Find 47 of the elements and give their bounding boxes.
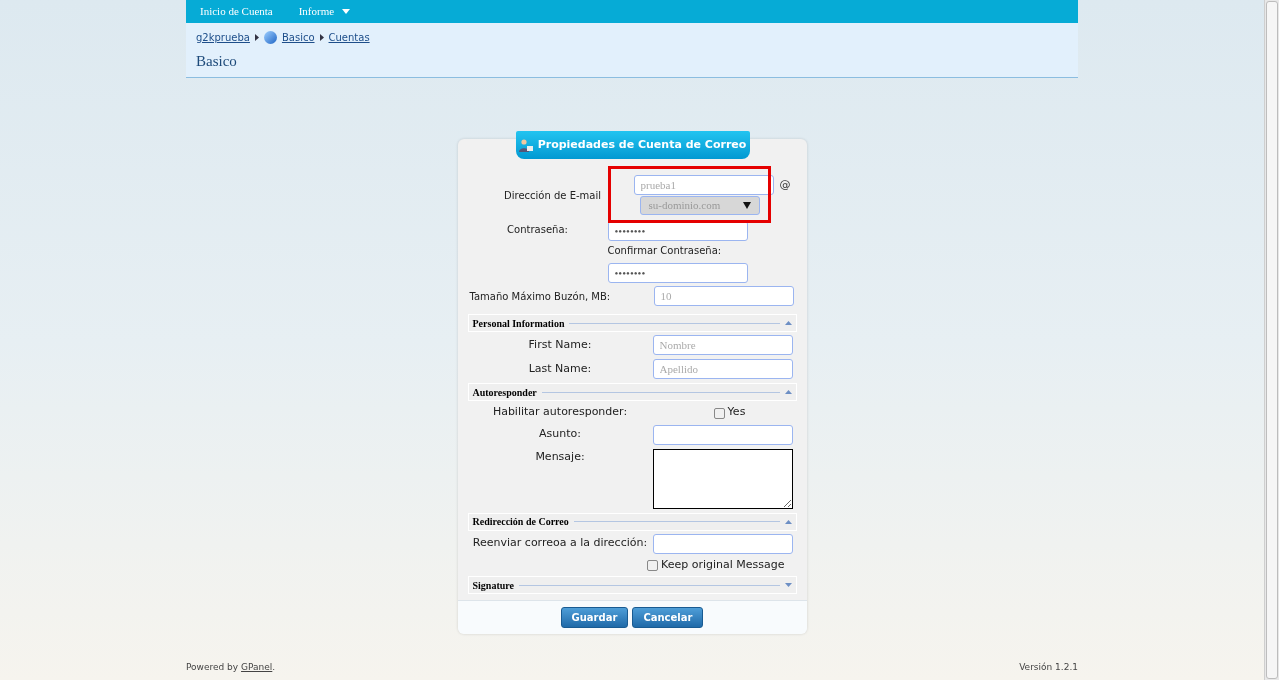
chevron-icon [319, 34, 324, 41]
collapse-arrow-icon [784, 321, 792, 325]
text-field[interactable]: Nombre [652, 335, 793, 355]
checkbox[interactable] [713, 407, 725, 419]
field-label: Dirección de E-mail [503, 188, 602, 203]
checkbox-label: Keep original Message [661, 556, 785, 573]
caret-icon [342, 9, 351, 14]
field-label: Tamaño Máximo Buzón, MB: [468, 289, 612, 304]
dropdown-arrow-icon [742, 202, 751, 209]
field-label: Reenviar correoa a la dirección: [471, 535, 649, 552]
section-header[interactable]: Signature [467, 576, 797, 594]
footer-credit: Powered by GPanel. [186, 660, 276, 674]
checkbox[interactable] [647, 560, 658, 571]
globe-icon [263, 31, 277, 44]
field-label: Habilitar autoresponder: [491, 404, 629, 420]
field-label: Contraseña: [506, 223, 569, 237]
message-field[interactable] [652, 448, 793, 509]
expand-arrow-icon [784, 583, 792, 587]
password-field[interactable]: •••••••• [607, 263, 748, 283]
breadcrumb-link[interactable]: Cuentas [328, 30, 370, 45]
chevron-icon [254, 34, 259, 41]
field-label: Asunto: [538, 426, 582, 443]
breadcrumb-link[interactable]: Basico [281, 30, 315, 45]
text-field[interactable]: Apellido [652, 359, 793, 379]
collapse-arrow-icon [784, 519, 792, 524]
field-label: Confirmar Contraseña: [606, 244, 723, 258]
user-icon [518, 138, 533, 152]
field-label: First Name: [527, 336, 593, 353]
field-label: Mensaje: [534, 448, 586, 465]
collapse-arrow-icon [784, 390, 792, 394]
section-header[interactable]: Autoresponder [467, 383, 797, 401]
checkbox-label: Yes [727, 404, 746, 420]
breadcrumb-link[interactable]: g2kprueba [196, 30, 250, 45]
size-field[interactable]: 10 [653, 286, 794, 306]
section-header[interactable]: Personal Information [467, 314, 797, 332]
form-button[interactable]: Cancelar [632, 607, 704, 628]
field-label: Last Name: [527, 360, 593, 377]
page-title: Basico [196, 52, 238, 71]
form-button[interactable]: Guardar [560, 607, 629, 628]
text-field[interactable] [652, 533, 793, 554]
form-title: Propiedades de Cuenta de Correo [537, 136, 747, 153]
username-field[interactable]: prueba1 [633, 175, 774, 195]
password-field[interactable]: •••••••• [607, 221, 748, 241]
version-text: Versión 1.2.1 [1019, 660, 1078, 674]
section-header[interactable]: Redirección de Correo [467, 512, 797, 531]
at-sign: @ [779, 176, 791, 193]
text-field[interactable] [652, 424, 793, 445]
